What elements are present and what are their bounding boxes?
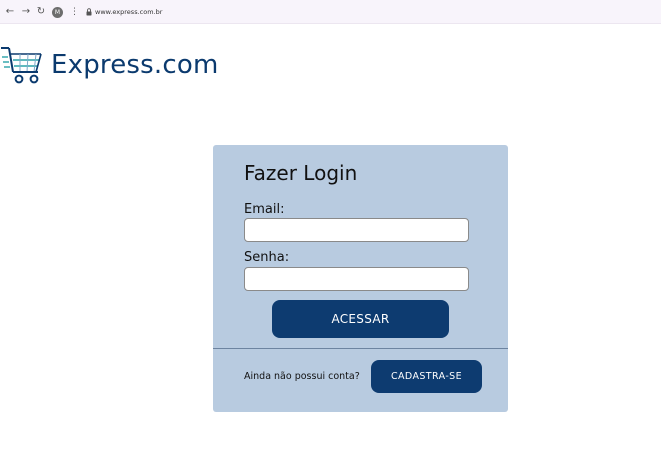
shopping-cart-icon (1, 47, 42, 84)
browser-toolbar: ← → ↻ M ⋮ www.express.com.br (0, 0, 661, 24)
divider (213, 348, 508, 349)
menu-icon[interactable]: ⋮ (70, 6, 79, 18)
forward-icon[interactable]: → (20, 6, 32, 18)
login-title: Fazer Login (244, 161, 358, 185)
password-field[interactable] (244, 267, 469, 291)
profile-avatar[interactable]: M (52, 7, 63, 18)
lock-icon (86, 8, 92, 16)
address-bar[interactable]: www.express.com.br (95, 7, 162, 17)
reload-icon[interactable]: ↻ (35, 6, 47, 18)
login-button[interactable]: ACESSAR (272, 300, 449, 338)
back-icon[interactable]: ← (4, 6, 16, 18)
email-label: Email: (244, 202, 285, 217)
login-card: Fazer Login Email: Senha: ACESSAR Ainda … (213, 145, 508, 412)
email-field[interactable] (244, 218, 469, 242)
signup-prompt: Ainda não possui conta? (244, 371, 360, 382)
brand-name: Express.com (51, 50, 219, 80)
password-label: Senha: (244, 250, 290, 265)
signup-button[interactable]: CADASTRA-SE (371, 360, 482, 393)
